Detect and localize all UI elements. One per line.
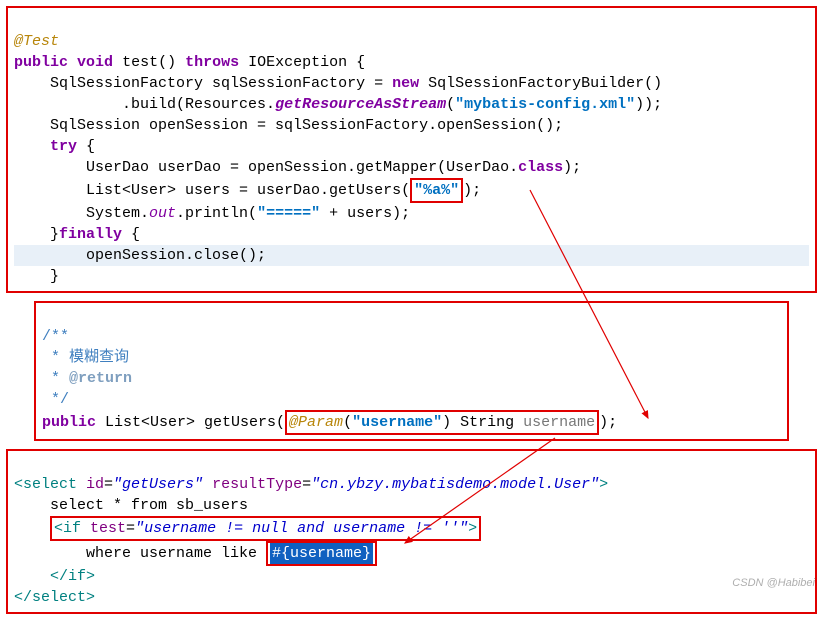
build-call-a: .build(Resources. bbox=[122, 96, 275, 113]
println: .println( bbox=[176, 205, 257, 222]
sep-string: "=====" bbox=[257, 205, 320, 222]
jdoc-open: /** bbox=[42, 328, 69, 345]
jdoc-star: * bbox=[42, 349, 69, 366]
sql-select: select * from sb_users bbox=[50, 497, 248, 514]
jdoc-return: @return bbox=[69, 370, 132, 387]
highlighted-line: openSession.close(); bbox=[14, 245, 809, 266]
sql-where: where username like bbox=[86, 545, 266, 562]
sysout-a: System. bbox=[86, 205, 149, 222]
static-method: getResourceAsStream bbox=[275, 96, 446, 113]
kw-try: try bbox=[50, 138, 77, 155]
if-open-close: > bbox=[468, 520, 477, 537]
decl-factory: SqlSessionFactory sqlSessionFactory = bbox=[50, 75, 383, 92]
select-open: <select bbox=[14, 476, 77, 493]
eq3: = bbox=[126, 520, 135, 537]
get-users-call: List<User> users = userDao.getUsers( bbox=[86, 182, 410, 199]
close-session: openSession.close(); bbox=[86, 247, 266, 264]
highlight-if-box: <if test="username != null and username … bbox=[50, 516, 481, 541]
val-id: "getUsers" bbox=[113, 476, 203, 493]
param-annotation: @Param bbox=[289, 414, 343, 431]
kw-finally: finally bbox=[59, 226, 122, 243]
brace: { bbox=[77, 138, 95, 155]
kw-void: void bbox=[77, 54, 113, 71]
highlight-param-box: @Param("username") String username bbox=[285, 410, 599, 435]
brace-close2: } bbox=[50, 268, 59, 285]
code-block-interface-method: /** * 模糊查询 * @return */ public List<User… bbox=[34, 301, 789, 441]
kw-class: class bbox=[518, 159, 563, 176]
arg-string: "%a%" bbox=[414, 182, 459, 199]
highlight-placeholder-box: #{username} bbox=[266, 541, 377, 566]
select-close: </select> bbox=[14, 589, 95, 606]
close: )); bbox=[635, 96, 662, 113]
watermark: CSDN @Habibei bbox=[732, 576, 815, 591]
annotation-test: @Test bbox=[14, 33, 59, 50]
ctor: SqlSessionFactoryBuilder() bbox=[428, 75, 662, 92]
kw-new: new bbox=[392, 75, 419, 92]
param-var: username bbox=[523, 414, 595, 431]
brace2: { bbox=[122, 226, 140, 243]
get-mapper: UserDao userDao = openSession.getMapper(… bbox=[86, 159, 518, 176]
close2: ); bbox=[563, 159, 581, 176]
paren2: ( bbox=[343, 414, 352, 431]
paren: ( bbox=[446, 96, 455, 113]
if-close: </if> bbox=[50, 568, 95, 585]
out-field: out bbox=[149, 205, 176, 222]
kw-public2: public bbox=[42, 414, 96, 431]
brace-close: } bbox=[50, 226, 59, 243]
config-string: "mybatis-config.xml" bbox=[455, 96, 635, 113]
select-open-close: > bbox=[599, 476, 608, 493]
kw-public: public bbox=[14, 54, 68, 71]
open-session: SqlSession openSession = sqlSessionFacto… bbox=[50, 117, 563, 134]
jdoc-cn: 模糊查询 bbox=[69, 349, 129, 366]
code-block-xml-mapper: <select id="getUsers" resultType="cn.ybz… bbox=[6, 449, 817, 614]
param-type: ) String bbox=[442, 414, 523, 431]
jdoc-star2: * bbox=[42, 370, 69, 387]
kw-throws: throws bbox=[185, 54, 239, 71]
val-test: "username != null and username != ''" bbox=[135, 520, 468, 537]
eq1: = bbox=[104, 476, 113, 493]
attr-id: id bbox=[77, 476, 104, 493]
method-name: test() bbox=[122, 54, 176, 71]
ret-type: List<User> getUsers( bbox=[96, 414, 285, 431]
exception: IOException { bbox=[248, 54, 365, 71]
eq2: = bbox=[302, 476, 311, 493]
jdoc-close: */ bbox=[42, 391, 69, 408]
close3: ); bbox=[463, 182, 481, 199]
code-block-test-method: @Test public void test() throws IOExcept… bbox=[6, 6, 817, 293]
attr-rt: resultType bbox=[203, 476, 302, 493]
placeholder-sel: #{username} bbox=[270, 543, 373, 564]
param-name-string: "username" bbox=[352, 414, 442, 431]
val-rt: "cn.ybzy.mybatisdemo.model.User" bbox=[311, 476, 599, 493]
concat: + users); bbox=[320, 205, 410, 222]
close4: ); bbox=[599, 414, 617, 431]
highlight-arg-box: "%a%" bbox=[410, 178, 463, 203]
attr-test: test bbox=[81, 520, 126, 537]
if-open: <if bbox=[54, 520, 81, 537]
